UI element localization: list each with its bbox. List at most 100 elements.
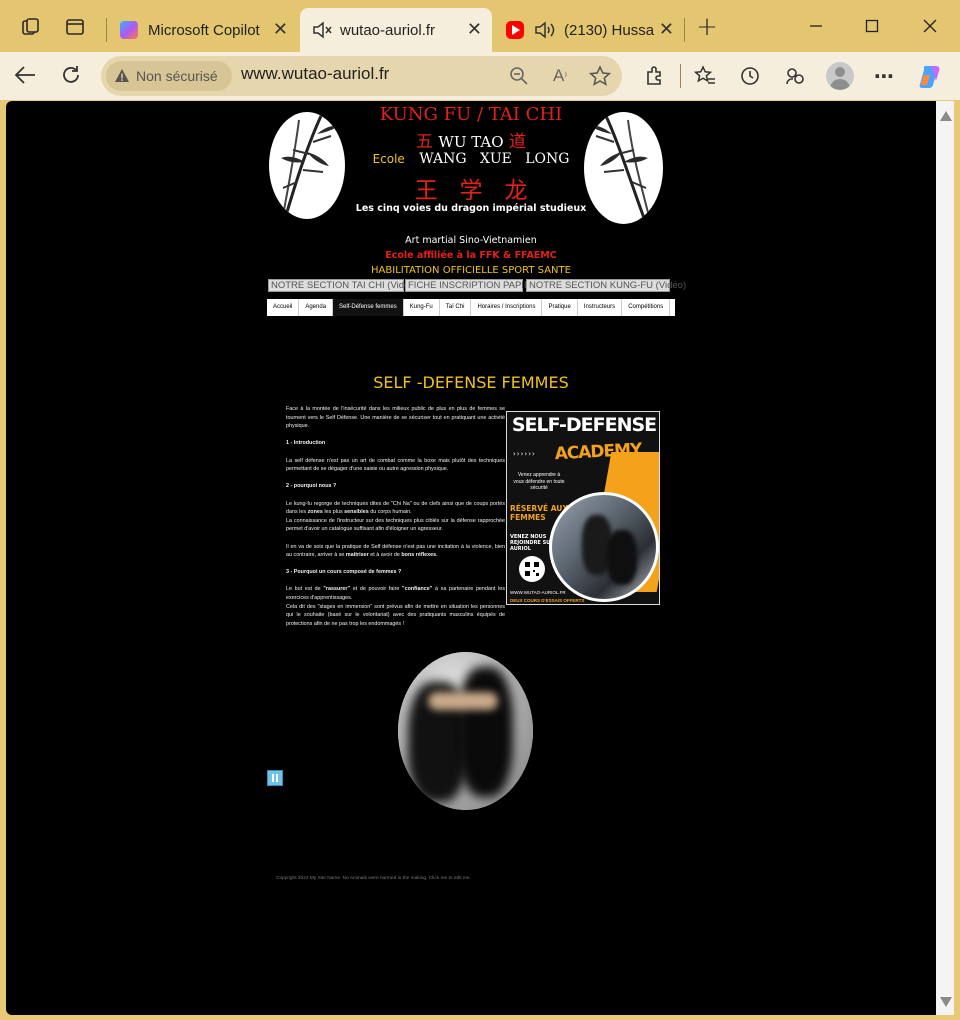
poster-tagline: Venez apprendre à vous défendre en toute… bbox=[509, 472, 569, 492]
tab-title: (2130) Hussa bbox=[564, 21, 655, 39]
intro-paragraph: Face à la montée de l'insécurité dans le… bbox=[286, 406, 505, 430]
text-run: du corps humain. bbox=[368, 509, 412, 516]
tab-youtube[interactable]: (2130) Hussa ✕ bbox=[494, 8, 684, 52]
menu-item-instructeurs[interactable]: Instructeurs bbox=[578, 299, 623, 316]
speaker-icon[interactable] bbox=[534, 21, 556, 39]
section-2-text-c: Il en va de sois que la pratique de Self… bbox=[286, 543, 505, 560]
menu-item-kung-fu[interactable]: Kung-Fu bbox=[404, 299, 440, 316]
menu-item-plus[interactable]: Plus ... bbox=[670, 299, 700, 316]
master-name: WANG XUE LONG bbox=[419, 151, 570, 167]
training-photo bbox=[398, 652, 533, 810]
poster-offer: DEUX COURS D'ESSAIS OFFERTS bbox=[510, 598, 585, 603]
ecole-label: Ecole bbox=[372, 152, 405, 166]
refresh-icon[interactable] bbox=[56, 60, 86, 90]
chinese-name: 王 学 龙 bbox=[414, 178, 528, 204]
page-viewport: KUNG FU / TAI CHI 五 WU TAO 道 Ecole WANG … bbox=[6, 101, 936, 1015]
affiliation-text: Ecole affiliée à la FFK & FFAEMC bbox=[385, 250, 557, 261]
close-window-icon[interactable] bbox=[916, 12, 944, 40]
warning-icon bbox=[115, 69, 129, 82]
minimize-icon[interactable] bbox=[802, 12, 830, 40]
maximize-icon[interactable] bbox=[858, 12, 886, 40]
tab-title: wutao-auriol.fr bbox=[340, 21, 436, 39]
scroll-down-arrow-icon[interactable] bbox=[940, 997, 952, 1007]
kung-fu-video-link[interactable]: NOTRE SECTION KUNG-FU (Vidéo) bbox=[526, 279, 686, 292]
art-martial-text: Art martial Sino-Vietnamien bbox=[405, 235, 537, 246]
bold-run: bons réflexes. bbox=[401, 552, 438, 559]
back-arrow-icon[interactable] bbox=[10, 60, 40, 90]
extensions-icon[interactable] bbox=[641, 62, 669, 90]
text-run: Le but est de bbox=[286, 586, 324, 593]
close-tab-icon[interactable]: ✕ bbox=[659, 19, 674, 40]
site-title-ecole: Ecole WANG XUE LONG bbox=[267, 151, 675, 167]
poster-title: SELF-DEFENSE bbox=[511, 414, 657, 436]
site-title-kungfu: KUNG FU / TAI CHI bbox=[379, 104, 563, 125]
favorite-star-icon[interactable] bbox=[588, 64, 612, 88]
habilitation-text: HABILITATION OFFICIELLE SPORT SANTE bbox=[371, 265, 571, 276]
tab-copilot[interactable]: Microsoft Copilot ✕ bbox=[108, 8, 298, 52]
section-2-text: Le kung-fu regorge de techniques dites d… bbox=[286, 500, 505, 517]
browser-essentials-icon[interactable] bbox=[781, 62, 809, 90]
menu-item-tai-chi[interactable]: Taï Chi bbox=[440, 299, 472, 316]
section-3-text: Le but est de "rassurer" et de pouvoir f… bbox=[286, 585, 505, 602]
section-2-title: 2 - pourquoi nous ? bbox=[286, 483, 337, 490]
footer-copyright[interactable]: Copyright 2023 My Site Name. No Animals … bbox=[276, 876, 471, 881]
tai-chi-video-link[interactable]: NOTRE SECTION TAI CHI (Vidéo) bbox=[268, 279, 418, 292]
section-1-text: La self défense n'est pas un art de comb… bbox=[286, 457, 505, 473]
tab-bar: Microsoft Copilot ✕ wutao-auriol.fr ✕ (2… bbox=[0, 0, 960, 52]
text-run: les plus bbox=[322, 509, 345, 516]
page-scrollbar[interactable] bbox=[936, 101, 954, 1015]
inscription-form-link[interactable]: FICHE INSCRIPTION PAPIER bbox=[405, 279, 537, 292]
url-text[interactable]: www.wutao-auriol.fr bbox=[241, 64, 389, 84]
tab-separator bbox=[106, 18, 107, 42]
security-indicator[interactable]: Non sécurisé bbox=[106, 61, 232, 91]
article-body: Face à la montée de l'insécurité dans le… bbox=[286, 405, 505, 637]
poster-line: Venez apprendre à bbox=[517, 472, 561, 478]
copilot-icon[interactable] bbox=[916, 62, 944, 90]
workspaces-icon[interactable] bbox=[18, 14, 44, 40]
tab-actions-icon[interactable] bbox=[62, 14, 88, 40]
site-title-wutao: 五 WU TAO 道 bbox=[267, 127, 675, 152]
scroll-up-arrow-icon[interactable] bbox=[940, 111, 952, 121]
poster-line: AURIOL bbox=[510, 546, 531, 552]
poster-photo bbox=[549, 492, 659, 602]
menu-item-competitions[interactable]: Compétitions bbox=[622, 299, 671, 316]
section-2-text-b: La connaissance de l'instructeur sur des… bbox=[286, 517, 505, 533]
menu-item-pratique[interactable]: Pratique bbox=[542, 299, 578, 316]
menu-item-agenda[interactable]: Agenda bbox=[299, 299, 334, 316]
zoom-out-icon[interactable] bbox=[507, 64, 531, 88]
section-3-title: 3 - Pourquoi un cours composé de femmes … bbox=[286, 569, 402, 576]
qr-code-icon bbox=[519, 556, 545, 582]
read-aloud-icon[interactable]: A ⁾ bbox=[548, 64, 572, 88]
poster-line: RÉSERVÉ AUX bbox=[510, 504, 569, 513]
self-defense-poster: SELF-DEFENSE ACADEMY ›››››› Venez appren… bbox=[506, 411, 660, 605]
poster-line: sécurité bbox=[530, 485, 548, 491]
muted-speaker-icon[interactable] bbox=[312, 20, 332, 40]
poster-join: VENEZ NOUS REJOINDRE SUR AURIOL bbox=[510, 534, 554, 552]
copilot-icon bbox=[120, 21, 138, 39]
close-tab-icon[interactable]: ✕ bbox=[467, 19, 482, 40]
poster-chevrons: ›››››› bbox=[513, 450, 536, 458]
text-run: et à avoir de bbox=[368, 552, 402, 559]
toolbar-separator bbox=[680, 64, 681, 88]
menu-item-accueil[interactable]: Accueil bbox=[267, 299, 300, 316]
poster-url: WWW.WUTAO-AURIOL.FR bbox=[510, 590, 566, 595]
section-3-text-b: Cela dit des "stages en immersion" sont … bbox=[286, 603, 505, 627]
menu-item-self-defense[interactable]: Self-Défense femmes bbox=[333, 299, 404, 316]
tab-title: Microsoft Copilot bbox=[148, 21, 260, 39]
menu-item-horaires[interactable]: Horaires / Inscriptions bbox=[471, 299, 543, 316]
wutao-text: WU TAO bbox=[438, 133, 504, 151]
bold-run: sensibles bbox=[344, 509, 369, 516]
youtube-icon bbox=[506, 21, 524, 39]
site-nav-menu: Accueil Agenda Self-Défense femmes Kung-… bbox=[267, 299, 695, 316]
profile-avatar[interactable] bbox=[826, 62, 854, 90]
tab-wutao[interactable]: wutao-auriol.fr ✕ bbox=[300, 8, 492, 52]
close-tab-icon[interactable]: ✕ bbox=[273, 19, 288, 40]
favorites-icon[interactable] bbox=[691, 62, 719, 90]
more-options-icon[interactable]: ⋯ bbox=[870, 62, 898, 90]
new-tab-button[interactable]: + bbox=[694, 12, 720, 42]
bold-run: maitriser bbox=[345, 552, 369, 559]
slideshow-pause-button[interactable] bbox=[267, 770, 283, 786]
bold-run: "confiance" bbox=[402, 586, 433, 593]
history-icon[interactable] bbox=[736, 62, 764, 90]
tao-character: 道 bbox=[508, 132, 526, 152]
